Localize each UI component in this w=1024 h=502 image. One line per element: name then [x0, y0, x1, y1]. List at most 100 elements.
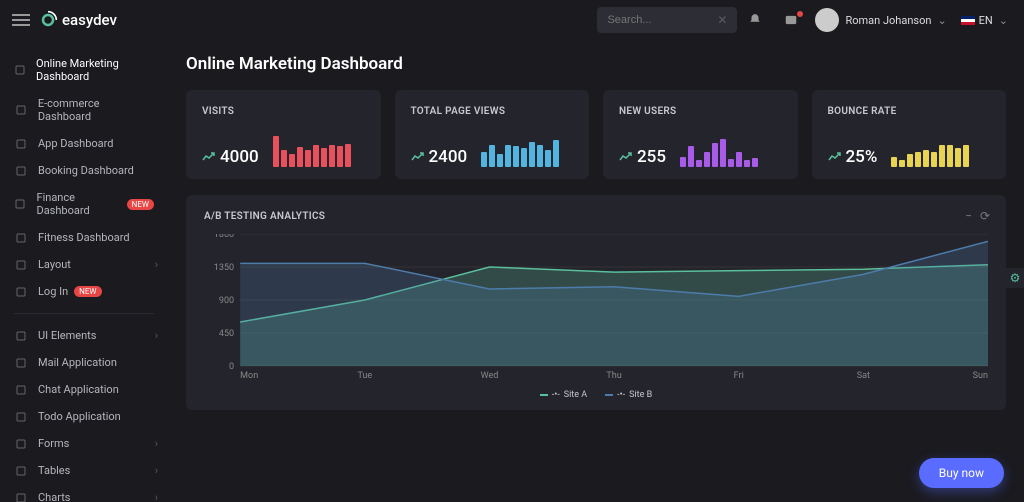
- nav-label: Tables: [38, 464, 70, 477]
- search-input[interactable]: [607, 14, 707, 26]
- bell-icon[interactable]: [741, 13, 769, 27]
- sidebar-item-finance-dashboard[interactable]: Finance Dashboard NEW: [0, 184, 168, 224]
- nav-label: Online Marketing Dashboard: [36, 57, 154, 83]
- user-name: Roman Johanson: [845, 14, 931, 27]
- calendar-icon: [14, 165, 28, 177]
- svg-text:1800: 1800: [214, 234, 234, 240]
- sidebar-item-forms[interactable]: Forms ›: [0, 430, 168, 457]
- chevron-right-icon: ›: [155, 258, 158, 271]
- heart-icon: [14, 232, 28, 244]
- new-badge: NEW: [127, 199, 154, 210]
- sidebar-item-tables[interactable]: Tables›: [0, 457, 168, 484]
- svg-text:450: 450: [219, 329, 234, 339]
- svg-text:Wed: Wed: [481, 371, 499, 381]
- svg-text:Sat: Sat: [857, 371, 870, 381]
- layout-icon: [14, 259, 28, 271]
- chevron-right-icon: ›: [155, 329, 158, 342]
- stat-title: TOTAL PAGE VIEWS: [411, 106, 574, 117]
- form-icon: [14, 438, 28, 450]
- settings-tab[interactable]: ⚙: [1006, 268, 1024, 288]
- phone-icon: [14, 138, 28, 150]
- stat-title: BOUNCE RATE: [828, 106, 991, 117]
- chevron-right-icon: ›: [155, 437, 158, 450]
- svg-text:Sun: Sun: [973, 371, 988, 381]
- svg-text:Fri: Fri: [734, 371, 744, 381]
- sidebar: Online Marketing Dashboard E-commerce Das…: [0, 40, 168, 502]
- ab-testing-card: A/B TESTING ANALYTICS − ⟳ 04509001350180…: [186, 195, 1006, 410]
- nav-label: Chat Application: [38, 383, 119, 396]
- sidebar-item-todo-application[interactable]: Todo Application: [0, 403, 168, 430]
- sidebar-item-layout[interactable]: Layout ›: [0, 251, 168, 278]
- nav-label: Todo Application: [38, 410, 121, 423]
- search-box[interactable]: ✕: [597, 7, 737, 33]
- svg-text:Tue: Tue: [357, 371, 372, 381]
- sidebar-item-e-commerce-dashboard[interactable]: E-commerce Dashboard: [0, 90, 168, 130]
- sidebar-item-app-dashboard[interactable]: App Dashboard: [0, 130, 168, 157]
- sidebar-item-chat-application[interactable]: Chat Application: [0, 376, 168, 403]
- user-icon: [14, 286, 28, 298]
- sidebar-item-fitness-dashboard[interactable]: Fitness Dashboard: [0, 224, 168, 251]
- sparkline: [891, 131, 990, 167]
- stat-card-total-page-views: TOTAL PAGE VIEWS 2400: [395, 90, 590, 179]
- stat-value: 255: [637, 147, 666, 167]
- hamburger-menu[interactable]: [12, 11, 30, 29]
- sidebar-item-ui-elements[interactable]: UI Elements ›: [0, 322, 168, 349]
- nav-label: UI Elements: [38, 329, 96, 342]
- todo-icon: [14, 411, 28, 423]
- diamond-icon: [14, 330, 28, 342]
- stat-card-bounce-rate: BOUNCE RATE 25%: [812, 90, 1007, 179]
- new-badge: NEW: [74, 286, 101, 297]
- sidebar-item-booking-dashboard[interactable]: Booking Dashboard: [0, 157, 168, 184]
- stat-card-visits: VISITS4000: [186, 90, 381, 179]
- finance-icon: [14, 198, 26, 210]
- buy-now-button[interactable]: Buy now: [919, 458, 1004, 488]
- chevron-down-icon: ⌄: [999, 14, 1008, 27]
- cart-icon: [14, 104, 28, 116]
- nav-label: Log In: [38, 285, 68, 298]
- svg-text:Mon: Mon: [240, 371, 258, 381]
- sidebar-item-log-in[interactable]: Log In NEW: [0, 278, 168, 305]
- nav-label: Forms: [38, 437, 69, 450]
- sidebar-item-charts[interactable]: Charts›: [0, 484, 168, 502]
- sparkline: [481, 131, 573, 167]
- chart-title: A/B TESTING ANALYTICS: [204, 211, 325, 222]
- nav-label: Layout: [38, 258, 71, 271]
- trend-icon: [828, 152, 842, 162]
- stat-value: 25%: [846, 147, 878, 167]
- logo-icon: [38, 10, 58, 30]
- chevron-down-icon: ⌄: [937, 14, 946, 27]
- refresh-icon[interactable]: ⟳: [980, 209, 990, 223]
- language-switcher[interactable]: EN ⌄: [961, 14, 1012, 27]
- nav-label: Fitness Dashboard: [38, 231, 130, 244]
- ab-chart: 045090013501800MonTueWedThuFriSatSun: [204, 234, 988, 384]
- sparkline: [273, 131, 365, 167]
- stat-title: VISITS: [202, 106, 365, 117]
- avatar: [815, 8, 839, 32]
- stat-value: 2400: [429, 147, 468, 167]
- nav-label: App Dashboard: [38, 137, 113, 150]
- sidebar-item-mail-application[interactable]: Mail Application: [0, 349, 168, 376]
- svg-text:1350: 1350: [214, 263, 234, 273]
- trend-icon: [411, 152, 425, 162]
- inbox-icon[interactable]: [777, 13, 805, 27]
- svg-text:0: 0: [229, 362, 234, 372]
- mail-icon: [14, 357, 28, 369]
- page-title: Online Marketing Dashboard: [186, 54, 1006, 74]
- logo[interactable]: easydev: [38, 10, 117, 30]
- sidebar-item-online-marketing-dashboard[interactable]: Online Marketing Dashboard: [0, 50, 168, 90]
- nav-label: E-commerce Dashboard: [38, 97, 154, 123]
- chat-icon: [14, 384, 28, 396]
- logo-text: easydev: [62, 11, 117, 29]
- legend-site-a[interactable]: -•-Site A: [540, 390, 587, 400]
- user-menu[interactable]: Roman Johanson ⌄: [809, 8, 950, 32]
- trend-icon: [202, 152, 216, 162]
- legend-site-b[interactable]: -•-Site B: [605, 390, 652, 400]
- nav-separator: [14, 313, 154, 314]
- nav-label: Finance Dashboard: [36, 191, 120, 217]
- lang-code: EN: [979, 14, 993, 27]
- close-icon[interactable]: ✕: [717, 13, 727, 27]
- svg-text:Thu: Thu: [606, 371, 621, 381]
- home-icon: [14, 64, 26, 76]
- minimize-icon[interactable]: −: [965, 209, 972, 223]
- trend-icon: [619, 152, 633, 162]
